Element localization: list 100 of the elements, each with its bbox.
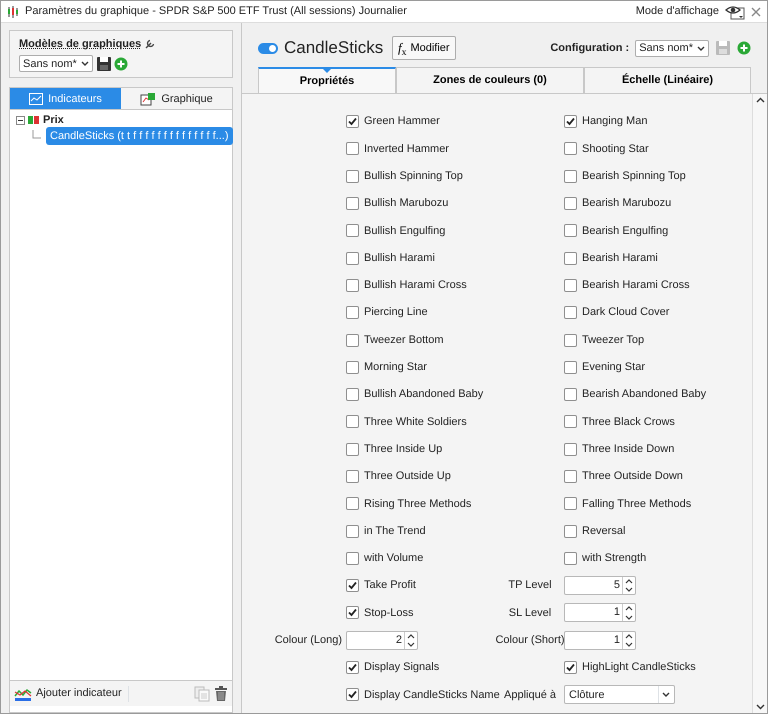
checkbox[interactable]: [346, 497, 359, 510]
checkbox[interactable]: [564, 197, 577, 210]
checkbox-label: Morning Star: [364, 360, 427, 376]
checkbox-label: Bearish Harami Cross: [582, 278, 690, 294]
scrollbar[interactable]: [752, 94, 767, 713]
checkbox[interactable]: [564, 170, 577, 183]
checkbox[interactable]: [564, 278, 577, 292]
eye-icon[interactable]: [725, 4, 745, 20]
checkbox-label: Bullish Spinning Top: [364, 168, 463, 184]
checkbox[interactable]: [564, 470, 577, 483]
checkbox[interactable]: [564, 442, 577, 456]
checkbox[interactable]: [346, 688, 359, 702]
field-label: SL Level: [508, 606, 552, 621]
checkbox[interactable]: [346, 442, 359, 456]
add-icon[interactable]: [737, 41, 751, 55]
number-field[interactable]: 5: [564, 576, 636, 596]
close-icon[interactable]: [751, 6, 761, 16]
checkbox[interactable]: [564, 142, 577, 156]
caret-icon: [661, 690, 672, 700]
checkbox-label: Hanging Man: [582, 114, 648, 130]
tab[interactable]: Zones de couleurs (0): [396, 67, 584, 93]
checkbox-label: in The Trend: [364, 524, 426, 539]
field-label: Colour (Short): [495, 633, 565, 648]
checkbox-label: Three Inside Down: [582, 442, 674, 457]
checkbox[interactable]: [346, 197, 359, 210]
checkbox-label: Reversal: [582, 524, 626, 539]
checkbox[interactable]: [564, 497, 577, 510]
checkbox-label: Display CandleSticks Name: [364, 688, 500, 703]
tree-node[interactable]: Prix: [43, 112, 64, 128]
checkbox-label: Bearish Harami: [582, 250, 658, 266]
checkbox[interactable]: [564, 661, 577, 674]
checkbox[interactable]: [564, 415, 577, 428]
checkbox[interactable]: [564, 334, 577, 347]
checkbox-label: Dark Cloud Cover: [582, 305, 670, 320]
panel-tab[interactable]: Graphique: [121, 88, 232, 110]
panel-tab[interactable]: Indicateurs: [10, 88, 121, 110]
line-chart-icon: [29, 92, 44, 105]
checkbox[interactable]: [564, 524, 577, 538]
template-select[interactable]: Sans nom*: [19, 55, 93, 72]
checkbox[interactable]: [346, 415, 359, 428]
checkbox[interactable]: [346, 470, 359, 483]
checkbox[interactable]: [564, 388, 577, 402]
checkbox-label: Piercing Line: [364, 305, 428, 320]
tab[interactable]: Échelle (Linéaire): [584, 67, 751, 93]
scroll-up-icon[interactable]: [756, 97, 764, 103]
checkbox[interactable]: [346, 170, 359, 183]
checkbox[interactable]: [346, 334, 359, 347]
field-label: TP Level: [508, 578, 552, 594]
checkbox[interactable]: [564, 360, 577, 374]
checkbox-label: Three Inside Up: [364, 442, 442, 457]
tree-item[interactable]: CandleSticks (t t f f f f f f f f f f f f f f...): [46, 126, 232, 145]
checkbox[interactable]: [346, 661, 359, 674]
number-field[interactable]: 1: [564, 603, 636, 622]
scroll-down-icon[interactable]: [756, 704, 764, 710]
checkbox[interactable]: [346, 552, 359, 565]
checkbox[interactable]: [346, 306, 359, 320]
tab[interactable]: Propriétés: [258, 67, 396, 93]
checkbox-label: Bearish Engulfing: [582, 224, 668, 239]
checkbox[interactable]: [346, 224, 359, 238]
checkbox-label: Stop-Loss: [364, 606, 414, 621]
checkbox[interactable]: [346, 579, 359, 592]
checkbox[interactable]: [346, 388, 359, 402]
checkbox-label: with Volume: [364, 551, 424, 566]
checkbox[interactable]: [346, 360, 359, 374]
checkbox-label: Three Outside Down: [582, 469, 683, 484]
configuration-select[interactable]: Sans nom*: [635, 40, 709, 56]
checkbox-label: Shooting Star: [582, 142, 649, 157]
number-field[interactable]: 2: [346, 630, 418, 650]
candlestick-icon: [7, 4, 19, 18]
caret-icon: [696, 44, 706, 52]
checkbox-label: Bullish Engulfing: [364, 224, 446, 239]
modify-button[interactable]: f$_{x}$ Modifier: [392, 36, 456, 60]
checkbox[interactable]: [564, 306, 577, 320]
toggle-switch[interactable]: [258, 42, 278, 54]
applied-to-select[interactable]: Clôture: [564, 685, 675, 704]
checkbox[interactable]: [346, 278, 359, 292]
checkbox[interactable]: [346, 115, 359, 128]
checkbox[interactable]: [346, 606, 359, 620]
checkbox-label: Three Black Crows: [582, 414, 675, 430]
save-icon[interactable]: [96, 56, 112, 72]
checkbox[interactable]: [564, 115, 577, 128]
checkbox-label: Bullish Marubozu: [364, 196, 448, 212]
checkbox[interactable]: [346, 142, 359, 156]
checkbox[interactable]: [346, 252, 359, 265]
number-field[interactable]: 1: [564, 630, 636, 650]
checkbox-label: Bullish Harami: [364, 250, 435, 266]
checkbox[interactable]: [564, 224, 577, 238]
checkbox-label: Falling Three Methods: [582, 496, 692, 512]
checkbox-label: Bearish Marubozu: [582, 196, 672, 212]
checkbox-label: Display Signals: [364, 660, 440, 676]
checkbox[interactable]: [564, 252, 577, 265]
checkbox-label: Take Profit: [364, 578, 416, 594]
configuration-label: Configuration :: [550, 40, 630, 56]
checkbox[interactable]: [346, 524, 359, 538]
checkbox-label: Green Hammer: [364, 114, 440, 130]
checkbox[interactable]: [564, 552, 577, 565]
trash-icon[interactable]: [214, 686, 228, 702]
checkbox-label: Bearish Abandoned Baby: [582, 387, 706, 402]
collapse-icon[interactable]: [16, 116, 25, 125]
pointer-icon: [322, 68, 332, 73]
